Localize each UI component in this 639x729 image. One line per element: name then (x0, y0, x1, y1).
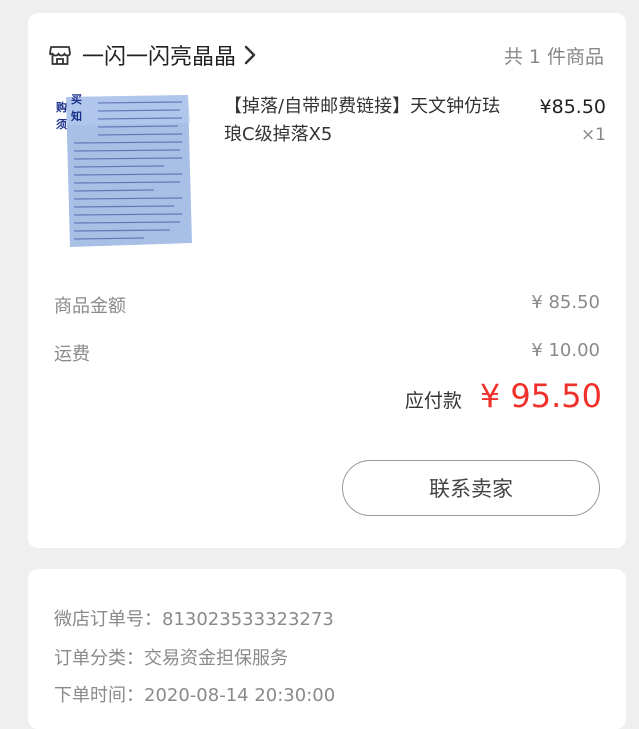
shop-header[interactable]: 一闪一闪亮晶晶 (48, 39, 256, 71)
order-card: 一闪一闪亮晶晶 共 1 件商品 购 须 买 知 【掉落/自带邮费链接】天文钟仿珐… (28, 13, 626, 548)
order-time: 下单时间：2020-08-14 20:30:00 (54, 685, 336, 706)
goods-amount-label: 商品金额 (54, 296, 126, 317)
goods-amount-row: 商品金额 ¥ 85.50 (54, 292, 600, 318)
shipping-value: ¥ 10.00 (531, 340, 600, 361)
order-info-card: 微店订单号：813023533323273 订单分类：交易资金担保服务 下单时间… (28, 569, 626, 729)
shipping-row: 运费 ¥ 10.00 (54, 340, 600, 366)
product-quantity: ×1 (580, 125, 606, 145)
thumbnail-heading-right: 买 知 (71, 93, 82, 123)
chevron-right-icon (244, 45, 256, 65)
thumbnail-heading-left: 购 须 (56, 101, 67, 131)
product-thumbnail[interactable]: 购 须 买 知 (54, 93, 194, 249)
order-number: 微店订单号：813023533323273 (54, 609, 334, 630)
order-detail-page: { "shop": { "name": "一闪一闪亮晶晶", "item_cou… (0, 0, 639, 729)
item-count: 共 1 件商品 (503, 46, 604, 68)
payable-label: 应付款 (404, 390, 462, 412)
order-category: 订单分类：交易资金担保服务 (54, 648, 288, 669)
payable-amount: ¥ 95.50 (479, 377, 602, 415)
shop-name: 一闪一闪亮晶晶 (82, 45, 237, 70)
payable-row: 应付款 ¥ 95.50 (405, 377, 602, 415)
shipping-label: 运费 (54, 344, 90, 365)
store-icon (48, 43, 72, 67)
product-price: ¥85.50 (539, 96, 606, 118)
product-title[interactable]: 【掉落/自带邮费链接】天文钟仿珐琅C级掉落X5 (224, 93, 512, 149)
goods-amount-value: ¥ 85.50 (531, 292, 600, 313)
contact-seller-button[interactable]: 联系卖家 (342, 460, 600, 516)
